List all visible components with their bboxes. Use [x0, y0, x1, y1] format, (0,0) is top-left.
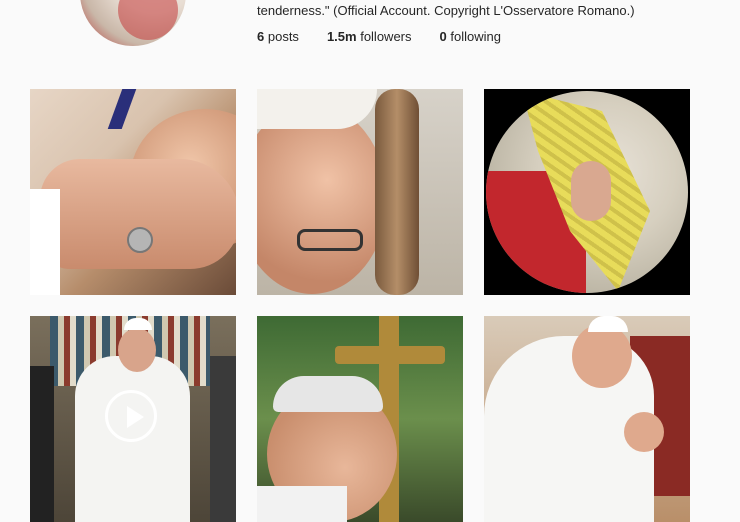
thumbnail-art [30, 189, 60, 295]
thumbnail-art [624, 412, 664, 452]
post-thumbnail[interactable] [257, 316, 463, 522]
thumbnail-art [107, 89, 137, 129]
thumbnail-art [572, 324, 632, 388]
thumbnail-art [257, 89, 377, 129]
stat-followers-label: followers [360, 29, 412, 44]
thumbnail-art [571, 161, 611, 221]
post-thumbnail[interactable] [30, 89, 236, 295]
post-grid [30, 89, 691, 522]
post-thumbnail-video[interactable] [30, 316, 236, 522]
thumbnail-art [375, 89, 419, 295]
stat-following[interactable]: 0 following [440, 29, 501, 44]
stat-followers-value: 1.5m [326, 29, 357, 44]
stat-posts-label: posts [267, 29, 299, 44]
thumbnail-art [588, 316, 628, 332]
thumbnail-art [335, 346, 445, 364]
post-thumbnail[interactable] [257, 89, 463, 295]
thumbnail-art [127, 227, 153, 253]
stat-following-value: 0 [439, 29, 447, 44]
thumbnail-art [118, 328, 156, 372]
stat-following-label: following [450, 29, 501, 44]
post-thumbnail[interactable] [484, 316, 690, 522]
stat-posts: 6 posts [257, 29, 299, 44]
thumbnail-art [297, 229, 363, 251]
post-thumbnail[interactable] [484, 89, 690, 295]
thumbnail-art [257, 104, 387, 294]
thumbnail-art [30, 366, 54, 522]
thumbnail-art [273, 376, 383, 412]
stat-posts-value: 6 [257, 29, 265, 44]
thumbnail-art [257, 486, 347, 522]
profile-bio: tenderness." (Official Account. Copyrigh… [257, 3, 635, 18]
play-icon[interactable] [105, 390, 157, 442]
thumbnail-art [210, 356, 236, 522]
profile-avatar[interactable] [80, 0, 186, 46]
stat-followers[interactable]: 1.5m followers [327, 29, 412, 44]
thumbnail-art [486, 91, 688, 293]
profile-stats: 6 posts 1.5m followers 0 following [257, 29, 501, 44]
